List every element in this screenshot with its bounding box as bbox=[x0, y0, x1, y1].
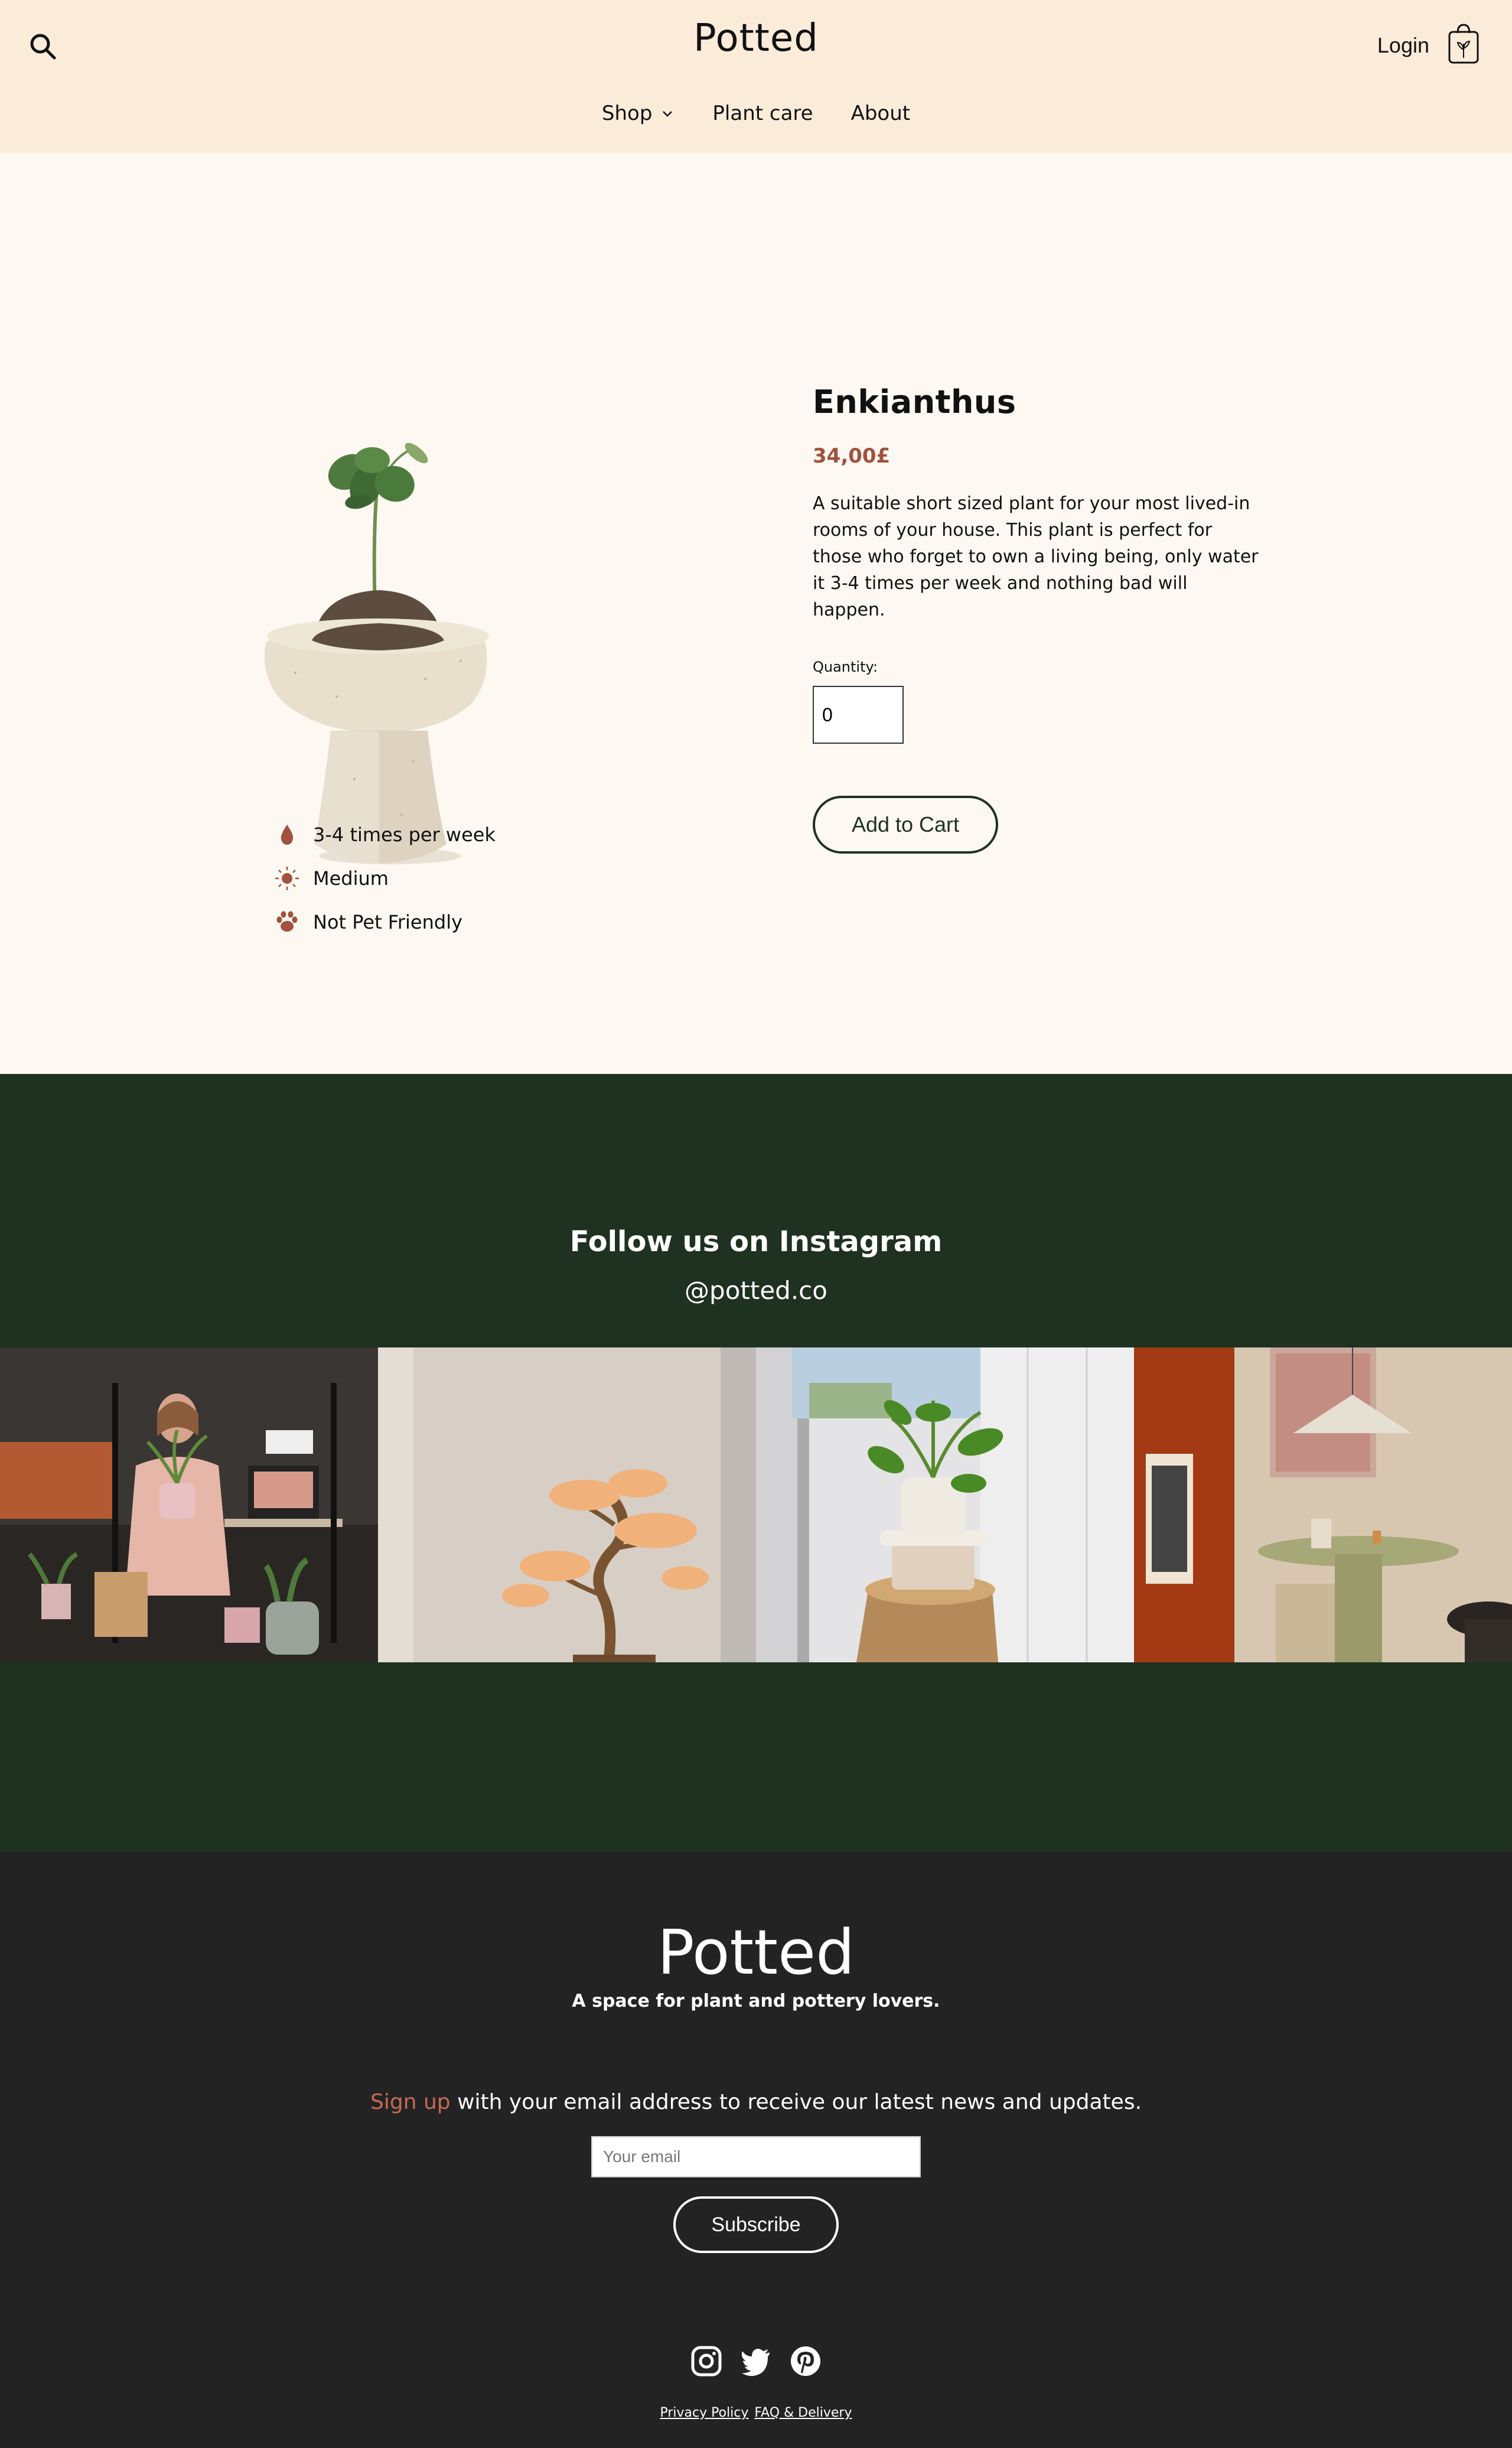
privacy-policy-link[interactable]: Privacy Policy bbox=[660, 2405, 748, 2420]
water-drop-icon bbox=[274, 822, 300, 848]
instagram-gallery bbox=[0, 1347, 1512, 1662]
nav-item-shop[interactable]: Shop bbox=[602, 102, 675, 125]
site-footer: Potted A space for plant and pottery lov… bbox=[0, 1851, 1512, 2448]
care-water-label: 3-4 times per week bbox=[313, 823, 496, 846]
nav-item-label: About bbox=[850, 102, 911, 125]
instagram-photo-4[interactable] bbox=[1134, 1347, 1512, 1662]
instagram-photo-3[interactable] bbox=[756, 1347, 1134, 1662]
care-pet: Not Pet Friendly bbox=[274, 905, 496, 939]
twitter-icon[interactable] bbox=[740, 2345, 772, 2377]
nav-item-about[interactable]: About bbox=[851, 102, 911, 125]
footer-logo[interactable]: Potted bbox=[0, 1916, 1512, 1988]
instagram-section: Follow us on Instagram @potted.co bbox=[0, 1074, 1512, 1851]
care-water: 3-4 times per week bbox=[274, 818, 496, 852]
paw-icon bbox=[274, 909, 300, 935]
footer-links: Privacy Policy FAQ & Delivery bbox=[0, 2405, 1512, 2420]
signup-message: with your email address to receive our l… bbox=[450, 2090, 1142, 2114]
site-logo[interactable]: Potted bbox=[0, 17, 1512, 60]
nav-item-plant-care[interactable]: Plant care bbox=[712, 102, 813, 125]
site-header: Potted Login Shop Plant care About bbox=[0, 0, 1512, 153]
care-pet-label: Not Pet Friendly bbox=[313, 911, 463, 933]
instagram-icon[interactable] bbox=[690, 2345, 722, 2377]
subscribe-button[interactable]: Subscribe bbox=[673, 2196, 839, 2253]
sun-icon bbox=[274, 865, 300, 891]
instagram-photo-2[interactable] bbox=[378, 1347, 756, 1662]
care-info: 3-4 times per week Medium Not Pet Friend… bbox=[274, 818, 496, 949]
shopping-bag-icon[interactable] bbox=[1446, 21, 1481, 66]
instagram-handle[interactable]: @potted.co bbox=[0, 1276, 1512, 1305]
instagram-photo-1[interactable] bbox=[0, 1347, 378, 1662]
quantity-input[interactable] bbox=[813, 686, 904, 744]
footer-tagline: A space for plant and pottery lovers. bbox=[572, 1991, 940, 2011]
instagram-title: Follow us on Instagram bbox=[569, 1225, 943, 1258]
care-light-label: Medium bbox=[313, 867, 389, 890]
product-info: Enkianthus 34,00£ A suitable short sized… bbox=[813, 383, 1262, 854]
faq-delivery-link[interactable]: FAQ & Delivery bbox=[754, 2405, 852, 2420]
nav-item-label: Plant care bbox=[712, 102, 813, 125]
signup-text: Sign up with your email address to recei… bbox=[0, 2090, 1512, 2114]
chevron-down-icon bbox=[663, 111, 673, 117]
social-links bbox=[0, 2345, 1512, 2377]
product-section: 3-4 times per week Medium Not Pet Friend… bbox=[0, 153, 1512, 1074]
main-nav: Shop Plant care About bbox=[0, 102, 1512, 125]
signup-link[interactable]: Sign up bbox=[370, 2090, 451, 2114]
email-field[interactable] bbox=[591, 2136, 921, 2177]
product-price: 34,00£ bbox=[813, 444, 891, 468]
product-description: A suitable short sized plant for your mo… bbox=[813, 493, 1259, 620]
login-link[interactable]: Login bbox=[1377, 33, 1429, 58]
pinterest-icon[interactable] bbox=[790, 2345, 822, 2377]
quantity-label: Quantity: bbox=[813, 659, 878, 675]
nav-item-label: Shop bbox=[601, 102, 653, 125]
care-light: Medium bbox=[274, 861, 496, 896]
add-to-cart-button[interactable]: Add to Cart bbox=[813, 796, 998, 854]
product-title: Enkianthus bbox=[813, 383, 1016, 421]
product-image bbox=[265, 442, 489, 864]
